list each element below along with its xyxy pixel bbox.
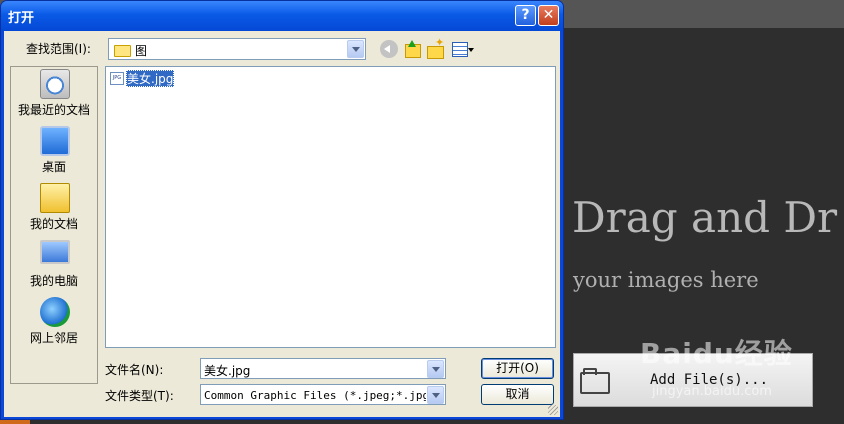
place-desktop[interactable]: 桌面 xyxy=(11,124,97,181)
place-network[interactable]: 网上邻居 xyxy=(11,295,97,352)
look-in-dropdown[interactable]: 图 xyxy=(108,38,366,60)
baidu-watermark-url: jingyan.baidu.com xyxy=(652,384,772,399)
file-type-label: 文件类型(T): xyxy=(105,389,174,403)
open-button[interactable]: 打开(O) xyxy=(481,358,554,379)
file-type-value: Common Graphic Files (*.jpeg;*.jpg;*. xyxy=(204,389,426,402)
dialog-titlebar[interactable]: 打开 ? ✕ xyxy=(1,1,563,31)
drop-zone-title: Drag and Dr xyxy=(572,193,838,242)
file-name[interactable]: 美女.jpg xyxy=(126,69,175,87)
back-icon[interactable] xyxy=(380,40,398,58)
network-places-icon xyxy=(40,297,70,327)
help-button[interactable]: ? xyxy=(515,5,536,26)
recent-documents-icon xyxy=(40,69,70,99)
drop-zone-subtitle: your images here xyxy=(573,268,759,292)
baidu-watermark: Baidu经验 xyxy=(640,337,793,370)
folder-icon xyxy=(114,43,131,57)
chevron-down-icon[interactable] xyxy=(347,40,364,58)
places-bar: 我最近的文档 桌面 我的文档 我的电脑 网上邻居 xyxy=(10,66,98,384)
place-label: 桌面 xyxy=(41,160,66,174)
resize-grip[interactable] xyxy=(548,405,558,415)
desktop-icon xyxy=(40,126,70,156)
place-label: 我最近的文档 xyxy=(17,103,90,117)
file-name-value[interactable]: 美女.jpg xyxy=(204,362,426,379)
my-computer-icon xyxy=(40,240,70,264)
dialog-title: 打开 xyxy=(8,11,35,26)
open-file-dialog: 打开 ? ✕ 查找范围(I): 图 我最近的文档 桌面 我的文档 xyxy=(0,0,564,420)
look-in-value: 图 xyxy=(135,44,148,58)
close-button[interactable]: ✕ xyxy=(538,5,559,26)
place-label: 我的文档 xyxy=(29,217,78,231)
place-label: 网上邻居 xyxy=(29,331,78,345)
file-type-dropdown[interactable]: Common Graphic Files (*.jpeg;*.jpg;*. xyxy=(200,384,446,405)
dialog-client-area: 查找范围(I): 图 我最近的文档 桌面 我的文档 xyxy=(4,31,560,417)
file-list[interactable]: JPG 美女.jpg xyxy=(105,66,556,348)
place-recent-documents[interactable]: 我最近的文档 xyxy=(11,67,97,124)
jpg-file-icon: JPG xyxy=(110,71,124,85)
look-in-label: 查找范围(I): xyxy=(26,42,91,56)
file-name-field[interactable]: 美女.jpg xyxy=(200,358,446,379)
new-folder-icon[interactable] xyxy=(426,36,444,59)
chevron-down-icon[interactable] xyxy=(427,360,444,378)
place-my-documents[interactable]: 我的文档 xyxy=(11,181,97,238)
up-folder-icon[interactable] xyxy=(403,40,421,58)
my-documents-icon xyxy=(40,183,70,213)
folder-icon xyxy=(580,368,610,394)
views-menu-icon[interactable] xyxy=(452,40,474,58)
list-item[interactable]: JPG 美女.jpg xyxy=(110,69,175,87)
place-my-computer[interactable]: 我的电脑 xyxy=(11,238,97,295)
place-label: 我的电脑 xyxy=(29,274,78,288)
chevron-down-icon[interactable] xyxy=(427,386,444,404)
cancel-button[interactable]: 取消 xyxy=(481,384,554,405)
file-name-label: 文件名(N): xyxy=(105,363,164,377)
